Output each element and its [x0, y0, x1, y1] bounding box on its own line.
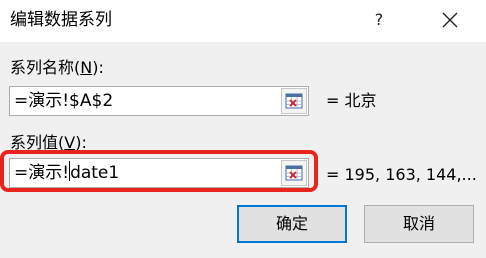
series-values-input[interactable]: =演示!date1 — [9, 158, 309, 188]
series-name-collapse-button[interactable] — [281, 88, 307, 114]
series-name-value: =演示!$A$2 — [14, 91, 114, 111]
cancel-button[interactable]: 取消 — [364, 205, 474, 243]
range-collapse-icon — [285, 93, 303, 109]
edit-series-dialog: 编辑数据系列 ? 系列名称(N): =演示!$A$2 = 北京 系列值(V): — [0, 0, 486, 258]
ok-button[interactable]: 确定 — [237, 205, 347, 243]
range-collapse-icon — [285, 165, 303, 181]
series-values-result: = 195, 163, 144,... — [326, 165, 477, 184]
series-name-label: 系列名称(N): — [10, 58, 104, 77]
close-icon — [442, 12, 458, 28]
help-icon: ? — [374, 10, 384, 29]
series-name-result: = 北京 — [326, 91, 377, 110]
close-button[interactable] — [432, 5, 468, 35]
series-values-value: =演示!date1 — [14, 161, 120, 183]
title-bar: 编辑数据系列 ? — [0, 0, 486, 40]
series-values-label: 系列值(V): — [10, 133, 87, 152]
dialog-title: 编辑数据系列 — [10, 10, 112, 30]
series-values-collapse-button[interactable] — [281, 160, 307, 186]
help-button[interactable]: ? — [362, 5, 396, 35]
series-name-input[interactable]: =演示!$A$2 — [9, 86, 309, 116]
